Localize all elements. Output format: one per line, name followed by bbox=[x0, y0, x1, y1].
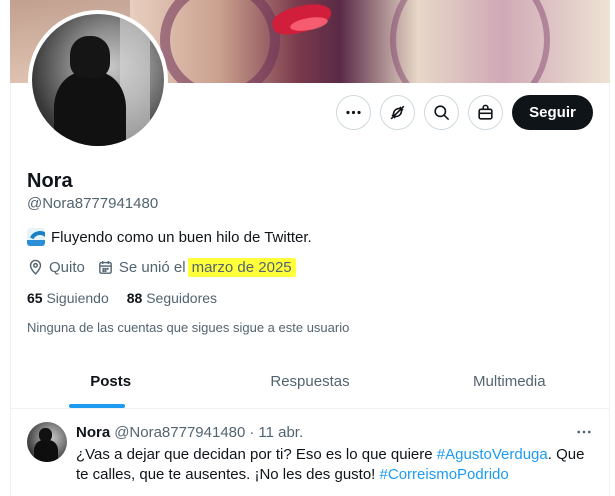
location-pin-icon bbox=[29, 259, 42, 275]
hashtag-link[interactable]: #AgustoVerduga bbox=[437, 446, 548, 463]
following-link[interactable]: 65 Siguiendo bbox=[27, 290, 109, 306]
more-horizontal-icon bbox=[346, 110, 361, 115]
tweet-separator: · bbox=[249, 424, 255, 441]
followers-count: 88 bbox=[126, 290, 143, 306]
joined-item: Se unió el marzo de 2025 bbox=[97, 258, 296, 277]
tweet-header: Nora @Nora8777941480 · 11 abr. bbox=[76, 424, 303, 441]
tweet-author-handle[interactable]: @Nora8777941480 bbox=[114, 424, 245, 441]
mutual-followers-note: Ninguna de las cuentas que sigues sigue … bbox=[27, 320, 350, 335]
subscribe-button[interactable] bbox=[468, 95, 503, 130]
tab-posts-label: Posts bbox=[90, 373, 132, 390]
tab-replies-label: Respuestas bbox=[270, 373, 350, 390]
tweet-more-button[interactable] bbox=[573, 422, 595, 442]
tab-media[interactable]: Multimedia bbox=[410, 355, 609, 408]
following-label: Siguiendo bbox=[46, 290, 109, 306]
profile-avatar[interactable] bbox=[28, 10, 168, 150]
tab-media-label: Multimedia bbox=[473, 373, 546, 390]
gift-bag-icon bbox=[478, 104, 493, 120]
tweet-author-name[interactable]: Nora bbox=[76, 424, 110, 441]
follow-stats: 65 Siguiendo 88 Seguidores bbox=[27, 290, 217, 306]
active-tab-indicator bbox=[69, 404, 125, 408]
profile-meta: Quito Se unió el marzo de 2025 bbox=[27, 258, 308, 277]
profile-name: Nora bbox=[27, 170, 73, 192]
calendar-icon bbox=[98, 261, 112, 274]
tweet-text-part-1: ¿Vas a dejar que decidan por ti? Eso es … bbox=[76, 446, 437, 463]
location-text: Quito bbox=[49, 259, 85, 276]
tab-posts[interactable]: Posts bbox=[11, 355, 210, 408]
joined-prefix: Se unió el bbox=[118, 259, 186, 276]
followers-link[interactable]: 88 Seguidores bbox=[127, 290, 217, 306]
following-count: 65 bbox=[27, 290, 43, 306]
joined-date: marzo de 2025 bbox=[187, 258, 296, 277]
hashtag-link[interactable]: #CorreismoPodrido bbox=[380, 466, 509, 483]
search-icon bbox=[434, 105, 450, 121]
follow-button[interactable]: Seguir bbox=[512, 95, 593, 130]
followers-label: Seguidores bbox=[146, 290, 218, 306]
profile-handle: @Nora8777941480 bbox=[27, 195, 159, 212]
profile-tabs: Posts Respuestas Multimedia bbox=[11, 355, 609, 409]
search-profile-button[interactable] bbox=[424, 95, 459, 130]
tweet-item[interactable]: Nora @Nora8777941480 · 11 abr. ¿Vas a de… bbox=[11, 410, 609, 496]
profile-bio: Fluyendo como un buen hilo de Twitter. bbox=[27, 228, 312, 246]
bio-text: Fluyendo como un buen hilo de Twitter. bbox=[51, 228, 312, 246]
column-border-right bbox=[609, 83, 610, 496]
more-options-button[interactable] bbox=[336, 95, 371, 130]
tweet-text: ¿Vas a dejar que decidan por ti? Eso es … bbox=[76, 445, 596, 485]
location-item: Quito bbox=[27, 259, 85, 276]
more-horizontal-icon bbox=[577, 430, 591, 434]
tweet-date[interactable]: 11 abr. bbox=[258, 424, 303, 441]
tweet-avatar[interactable] bbox=[27, 422, 67, 462]
grok-icon bbox=[390, 105, 405, 120]
wave-icon bbox=[27, 228, 45, 246]
tab-replies[interactable]: Respuestas bbox=[210, 355, 409, 408]
grok-button[interactable] bbox=[380, 95, 415, 130]
